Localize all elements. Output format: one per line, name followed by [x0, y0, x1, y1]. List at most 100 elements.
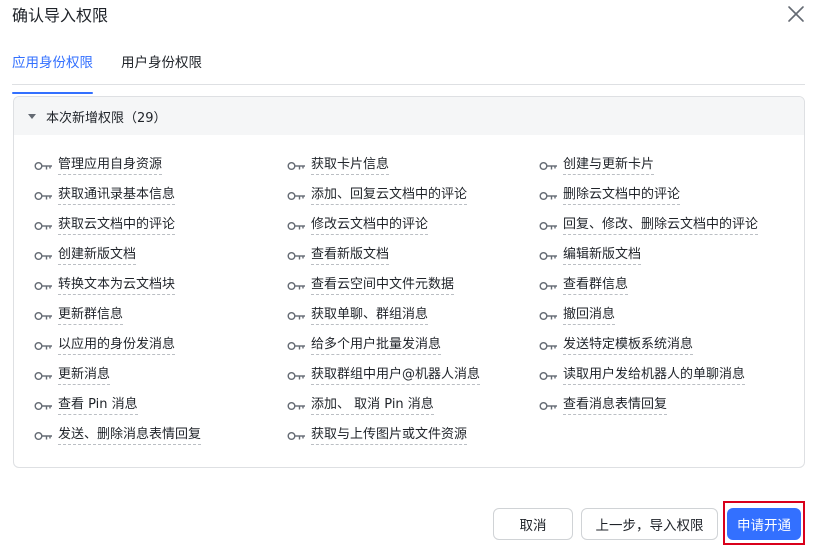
permission-item: 添加、 取消 Pin 消息	[287, 396, 434, 415]
permission-panel: 本次新增权限（29） 管理应用自身资源 获取通讯录基本信息 获取云文档中的评论 创建新…	[13, 96, 805, 468]
permission-item: 撤回消息	[539, 306, 616, 325]
permission-item: 更新消息	[34, 366, 111, 385]
key-icon	[34, 281, 54, 291]
permission-item: 获取卡片信息	[287, 156, 390, 175]
key-icon	[34, 221, 54, 231]
permission-item: 给多个用户批量发消息	[287, 336, 442, 355]
permission-label[interactable]: 发送、删除消息表情回复	[58, 426, 202, 445]
permission-label[interactable]: 查看消息表情回复	[563, 396, 668, 415]
permission-item: 以应用的身份发消息	[34, 336, 176, 355]
permission-label[interactable]: 获取云文档中的评论	[58, 216, 176, 235]
permission-label[interactable]: 删除云文档中的评论	[563, 186, 681, 205]
key-icon	[539, 401, 559, 411]
key-icon	[539, 281, 559, 291]
permission-item: 读取用户发给机器人的单聊消息	[539, 366, 746, 385]
permission-item: 添加、回复云文档中的评论	[287, 186, 468, 205]
permission-list: 管理应用自身资源 获取通讯录基本信息 获取云文档中的评论 创建新版文档转换文本为云文档…	[14, 135, 804, 465]
permission-label[interactable]: 发送特定模板系统消息	[563, 336, 694, 355]
permission-label[interactable]: 创建与更新卡片	[563, 156, 655, 175]
permission-item: 查看新版文档	[287, 246, 390, 265]
permission-label[interactable]: 添加、回复云文档中的评论	[311, 186, 468, 205]
permission-label[interactable]: 获取单聊、群组消息	[311, 306, 429, 325]
apply-button[interactable]: 申请开通	[727, 508, 801, 540]
permission-label[interactable]: 更新消息	[58, 366, 111, 385]
permission-label[interactable]: 创建新版文档	[58, 246, 137, 265]
permission-item: 修改云文档中的评论	[287, 216, 429, 235]
permission-item: 获取云文档中的评论	[34, 216, 176, 235]
key-icon	[287, 281, 307, 291]
key-icon	[539, 221, 559, 231]
permission-label[interactable]: 添加、 取消 Pin 消息	[311, 396, 434, 415]
key-icon	[34, 431, 54, 441]
permission-item: 查看 Pin 消息	[34, 396, 138, 415]
key-icon	[287, 191, 307, 201]
permission-item: 删除云文档中的评论	[539, 186, 681, 205]
key-icon	[287, 161, 307, 171]
key-icon	[34, 161, 54, 171]
cancel-button[interactable]: 取消	[493, 508, 573, 540]
permission-item: 查看云空间中文件元数据	[287, 276, 455, 295]
permission-item: 查看消息表情回复	[539, 396, 668, 415]
panel-header-toggle[interactable]: 本次新增权限（29）	[14, 97, 804, 135]
tab-user-identity-permissions[interactable]: 用户身份权限	[121, 50, 202, 84]
permission-item: 管理应用自身资源	[34, 156, 163, 175]
caret-down-icon	[28, 113, 36, 119]
permission-label[interactable]: 编辑新版文档	[563, 246, 642, 265]
permission-item: 查看群信息	[539, 276, 629, 295]
permission-item: 创建新版文档	[34, 246, 137, 265]
permission-item: 创建与更新卡片	[539, 156, 655, 175]
permission-label[interactable]: 获取卡片信息	[311, 156, 390, 175]
key-icon	[287, 221, 307, 231]
permission-label[interactable]: 获取与上传图片或文件资源	[311, 426, 468, 445]
permission-label[interactable]: 查看 Pin 消息	[58, 396, 138, 415]
key-icon	[34, 341, 54, 351]
permission-item: 编辑新版文档	[539, 246, 642, 265]
key-icon	[34, 401, 54, 411]
permission-label[interactable]: 回复、修改、删除云文档中的评论	[563, 216, 759, 235]
permission-item: 更新群信息	[34, 306, 124, 325]
permission-item: 获取通讯录基本信息	[34, 186, 176, 205]
permission-label[interactable]: 查看云空间中文件元数据	[311, 276, 455, 295]
previous-step-button[interactable]: 上一步，导入权限	[581, 508, 718, 540]
permission-label[interactable]: 修改云文档中的评论	[311, 216, 429, 235]
key-icon	[287, 251, 307, 261]
tab-bar: 应用身份权限 用户身份权限	[12, 50, 805, 94]
permission-label[interactable]: 读取用户发给机器人的单聊消息	[563, 366, 746, 385]
key-icon	[287, 371, 307, 381]
key-icon	[539, 341, 559, 351]
tab-app-identity-permissions[interactable]: 应用身份权限	[12, 50, 93, 94]
permission-item: 发送、删除消息表情回复	[34, 426, 202, 445]
permission-label[interactable]: 以应用的身份发消息	[58, 336, 176, 355]
permission-label[interactable]: 查看群信息	[563, 276, 629, 295]
close-icon[interactable]	[785, 3, 807, 25]
key-icon	[287, 431, 307, 441]
key-icon	[34, 371, 54, 381]
key-icon	[287, 401, 307, 411]
permission-item: 获取与上传图片或文件资源	[287, 426, 468, 445]
permission-item: 发送特定模板系统消息	[539, 336, 694, 355]
permission-label[interactable]: 查看新版文档	[311, 246, 390, 265]
permission-label[interactable]: 给多个用户批量发消息	[311, 336, 442, 355]
permission-item: 回复、修改、删除云文档中的评论	[539, 216, 759, 235]
key-icon	[287, 311, 307, 321]
dialog-title: 确认导入权限	[12, 6, 109, 25]
permission-label[interactable]: 更新群信息	[58, 306, 124, 325]
key-icon	[539, 251, 559, 261]
permission-item: 转换文本为云文档块	[34, 276, 176, 295]
key-icon	[539, 191, 559, 201]
permission-label[interactable]: 撤回消息	[563, 306, 616, 325]
key-icon	[539, 161, 559, 171]
key-icon	[34, 191, 54, 201]
permission-item: 获取群组中用户@机器人消息	[287, 366, 481, 385]
permission-label[interactable]: 管理应用自身资源	[58, 156, 163, 175]
key-icon	[287, 341, 307, 351]
key-icon	[34, 311, 54, 321]
permission-label[interactable]: 转换文本为云文档块	[58, 276, 176, 295]
panel-header-title: 本次新增权限（29）	[46, 110, 167, 126]
key-icon	[34, 251, 54, 261]
key-icon	[539, 371, 559, 381]
permission-item: 获取单聊、群组消息	[287, 306, 429, 325]
permission-label[interactable]: 获取通讯录基本信息	[58, 186, 176, 205]
permission-label[interactable]: 获取群组中用户@机器人消息	[311, 366, 481, 385]
key-icon	[539, 311, 559, 321]
